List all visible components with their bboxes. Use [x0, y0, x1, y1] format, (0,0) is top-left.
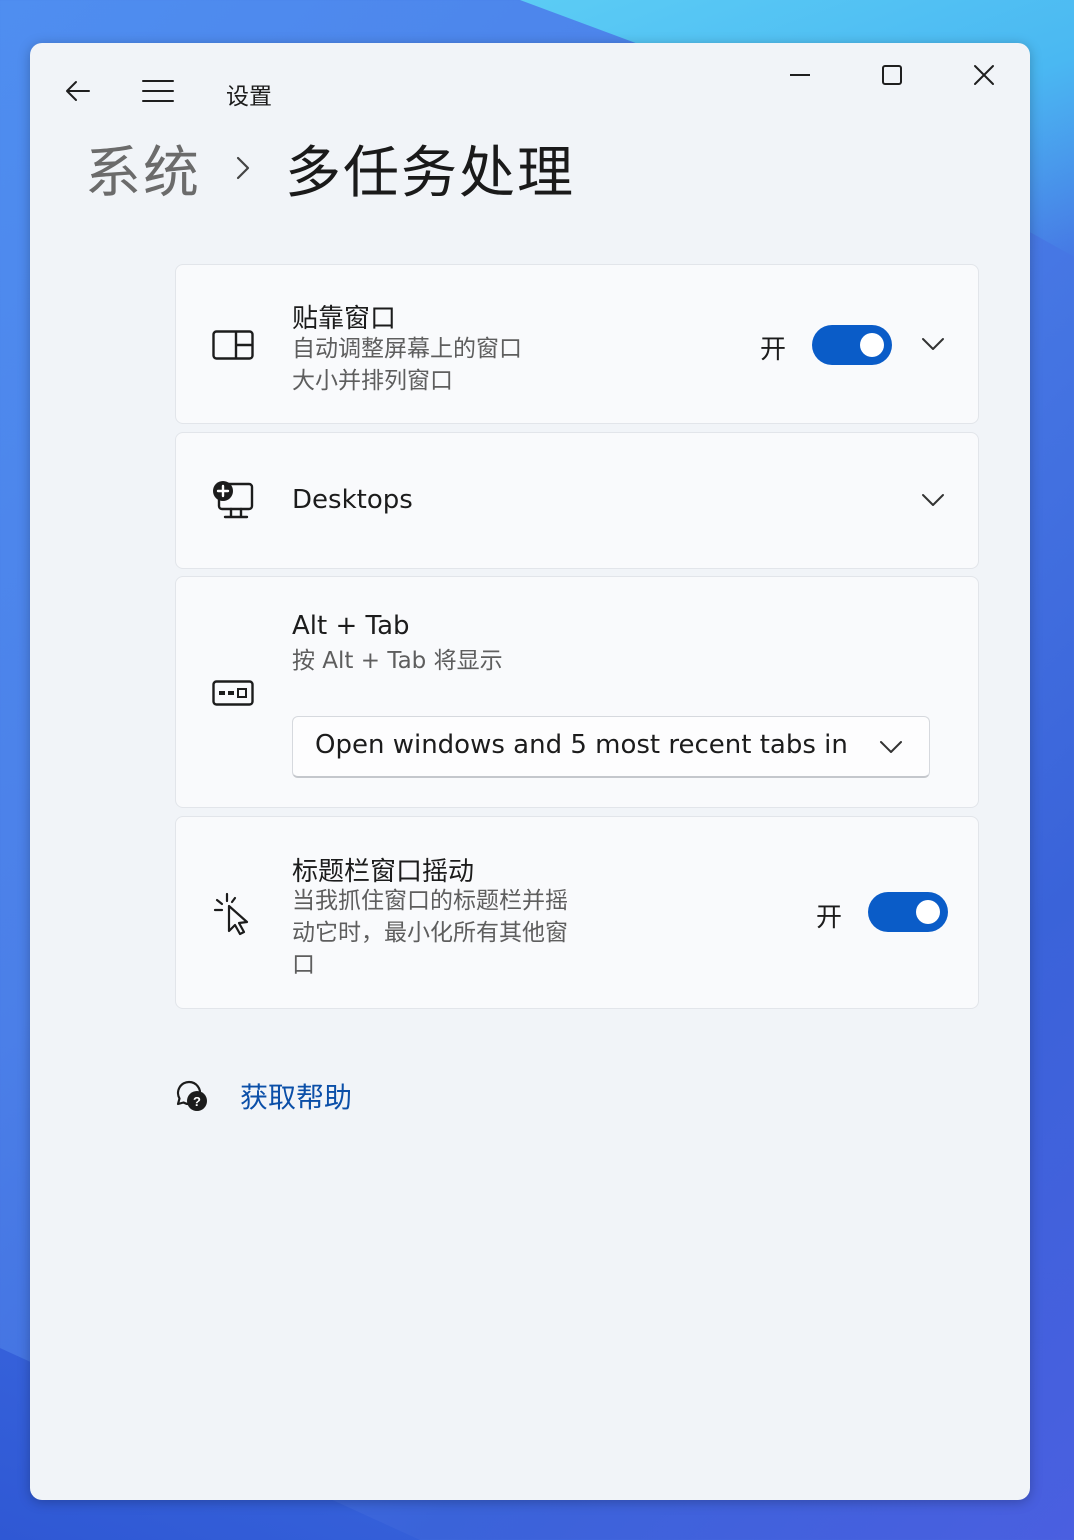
desktops-card[interactable]: Desktops — [175, 432, 979, 569]
snap-expand-button[interactable] — [918, 330, 948, 360]
snap-layout-icon — [210, 322, 256, 368]
shake-desc-line3: 口 — [292, 952, 315, 978]
nav-menu-button[interactable] — [138, 71, 178, 111]
toggle-knob — [916, 900, 940, 924]
get-help-label[interactable]: 获取帮助 — [240, 1076, 352, 1116]
app-title: 设置 — [226, 84, 272, 110]
shake-state-label: 开 — [816, 903, 843, 933]
settings-window: 设置 系统 多任务处理 贴靠窗口 自动调整屏幕上的窗口 大小并排列窗口 开 De… — [30, 43, 1030, 1500]
cursor-shake-icon — [210, 891, 256, 937]
snap-toggle[interactable] — [812, 325, 892, 365]
alt-tab-card: Alt + Tab 按 Alt + Tab 将显示 Open windows a… — [175, 576, 979, 808]
chevron-down-icon — [879, 739, 903, 758]
alt-tab-icon — [210, 670, 256, 716]
minimize-button[interactable] — [780, 55, 820, 95]
breadcrumb: 系统 多任务处理 — [85, 133, 575, 206]
alt-tab-dropdown[interactable]: Open windows and 5 most recent tabs in M — [292, 716, 930, 778]
snap-windows-card[interactable]: 贴靠窗口 自动调整屏幕上的窗口 大小并排列窗口 开 — [175, 264, 979, 424]
hamburger-icon — [142, 78, 174, 104]
shake-toggle[interactable] — [868, 892, 948, 932]
desktops-title: Desktops — [292, 485, 413, 515]
close-icon — [973, 64, 995, 86]
desktop-add-icon — [210, 478, 256, 524]
title-bar-shake-card: 标题栏窗口摇动 当我抓住窗口的标题栏并摇 动它时，最小化所有其他窗 口 开 — [175, 816, 979, 1009]
chevron-right-icon — [235, 155, 251, 181]
breadcrumb-parent[interactable]: 系统 — [85, 128, 201, 209]
alt-tab-title: Alt + Tab — [292, 611, 410, 641]
chevron-down-icon — [921, 336, 945, 355]
snap-title: 贴靠窗口 — [292, 304, 397, 334]
shake-title: 标题栏窗口摇动 — [292, 857, 475, 887]
svg-text:?: ? — [193, 1094, 201, 1109]
back-button[interactable] — [58, 71, 98, 111]
snap-desc-line1: 自动调整屏幕上的窗口 — [292, 336, 522, 362]
title-bar: 设置 — [30, 43, 1030, 139]
help-chat-icon: ? — [175, 1079, 209, 1113]
shake-desc-line2: 动它时，最小化所有其他窗 — [292, 920, 568, 946]
toggle-knob — [860, 333, 884, 357]
close-button[interactable] — [964, 55, 1004, 95]
back-arrow-icon — [64, 77, 92, 105]
maximize-icon — [881, 64, 903, 86]
minimize-icon — [789, 64, 811, 86]
get-help-link[interactable]: ? 获取帮助 — [175, 1073, 352, 1119]
maximize-button[interactable] — [872, 55, 912, 95]
snap-desc-line2: 大小并排列窗口 — [292, 368, 453, 394]
chevron-down-icon — [921, 492, 945, 511]
alt-tab-dropdown-value: Open windows and 5 most recent tabs in M — [315, 730, 855, 760]
alt-tab-desc: 按 Alt + Tab 将显示 — [292, 648, 503, 674]
desktops-expand-button[interactable] — [918, 486, 948, 516]
shake-desc-line1: 当我抓住窗口的标题栏并摇 — [292, 888, 568, 914]
page-title: 多任务处理 — [285, 140, 575, 206]
snap-state-label: 开 — [760, 335, 787, 365]
